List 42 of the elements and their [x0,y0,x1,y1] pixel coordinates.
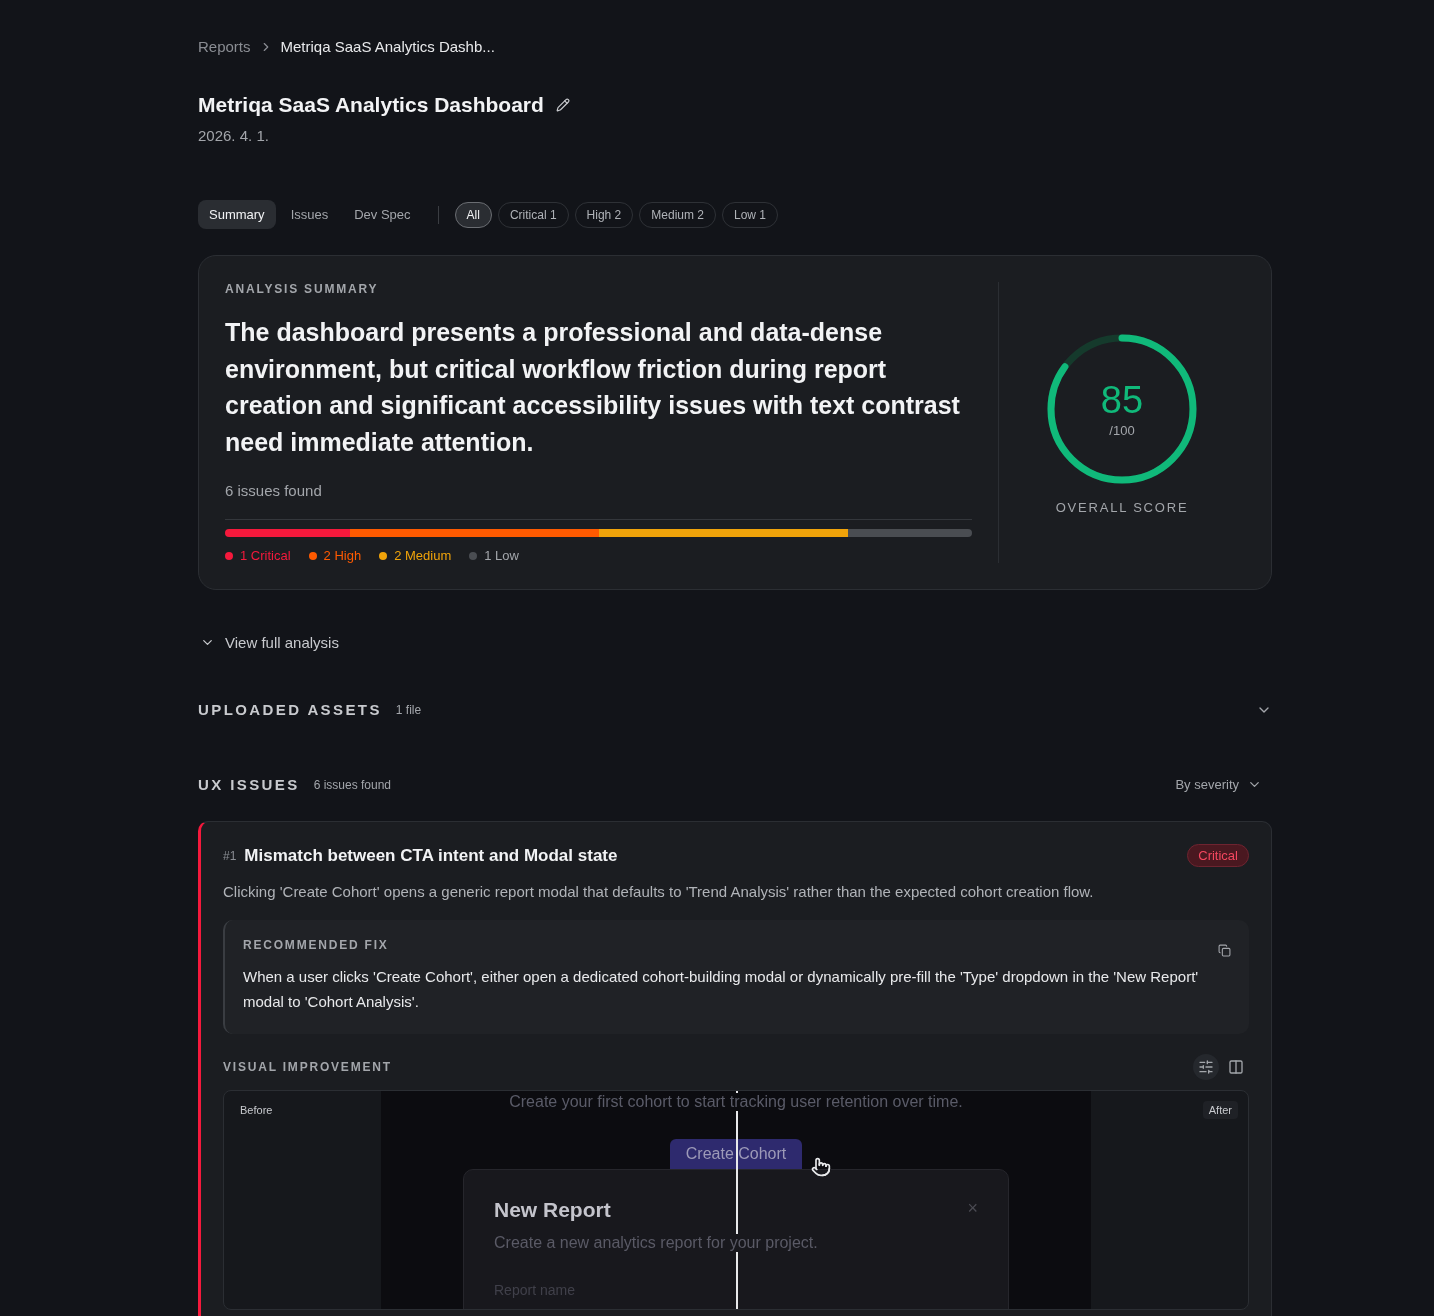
issue-count: 6 issues found [225,482,972,520]
score-max: /100 [1109,422,1135,438]
visual-heading: VISUAL IMPROVEMENT [223,1060,392,1074]
breadcrumb-link[interactable]: Reports [198,38,251,55]
empty-state-text: Create your first cohort to start tracking user retention over time. [509,1093,963,1111]
legend-item: 2 Medium [379,548,452,563]
modal-title: New Report [494,1198,611,1222]
file-count: 1 file [395,702,422,717]
section-heading: ANALYSIS SUMMARY [225,282,380,296]
fix-heading: RECOMMENDED FIX [243,938,390,952]
legend-item: 1 Critical [225,548,291,563]
modal-subtitle: Create a new analytics report for your project. [494,1234,818,1252]
before-label: Before [239,1103,274,1118]
close-glyph: × [967,1198,978,1219]
fix-text: When a user clicks 'Create Cohort', either open a dedicated cohort-building modal or dynamically pre-fill the 'Type' dropdown in the 'New Report' modal to 'Cohort Analysis'. [243,967,1200,1012]
sliders-icon[interactable] [1193,1054,1219,1080]
score-label: OVERALL SCORE [1055,500,1189,515]
section-title: UX ISSUES [198,776,300,793]
issue-description: Clicking 'Create Cohort' opens a generic report modal that defaults to 'Trend Analysis' rather than the expected cohort creation flow. [223,883,1095,900]
page-title: Metriqa SaaS Analytics Dashboard [198,93,544,117]
breadcrumb-link[interactable]: Metriqa SaaS Analytics Dashb... [280,38,495,55]
copy-icon[interactable] [1218,944,1231,957]
legend-item: 1 Low [469,548,519,563]
filter-chip[interactable]: All [454,201,492,228]
after-label: After [1202,1101,1238,1119]
tab[interactable]: Summary [198,200,276,229]
section-title: UPLOADED ASSETS [198,701,382,718]
score-value: 85 [1100,380,1144,419]
issue-count: 6 issues found [313,777,391,792]
issue-number: #1 [223,848,237,863]
edit-icon[interactable] [555,98,570,112]
tab[interactable]: Dev Spec [343,200,422,229]
sort-dropdown[interactable]: By severity [1175,777,1272,792]
summary-text: The dashboard presents a professional and data-dense environment, but critical workflow friction during report creation and significant accessibility issues with text contrast need immediate attention. [225,317,961,458]
issue-title: Mismatch between CTA intent and Modal state [244,845,618,866]
tab[interactable]: Issues [279,200,340,229]
severity-badge: Critical [1187,844,1249,867]
report-date: 2026. 4. 1. [198,127,270,144]
compare-handle[interactable] [736,1091,738,1309]
legend-item: 2 High [308,548,362,563]
hand-cursor-icon [811,1157,831,1177]
view-analysis-toggle[interactable]: View full analysis [198,634,339,651]
